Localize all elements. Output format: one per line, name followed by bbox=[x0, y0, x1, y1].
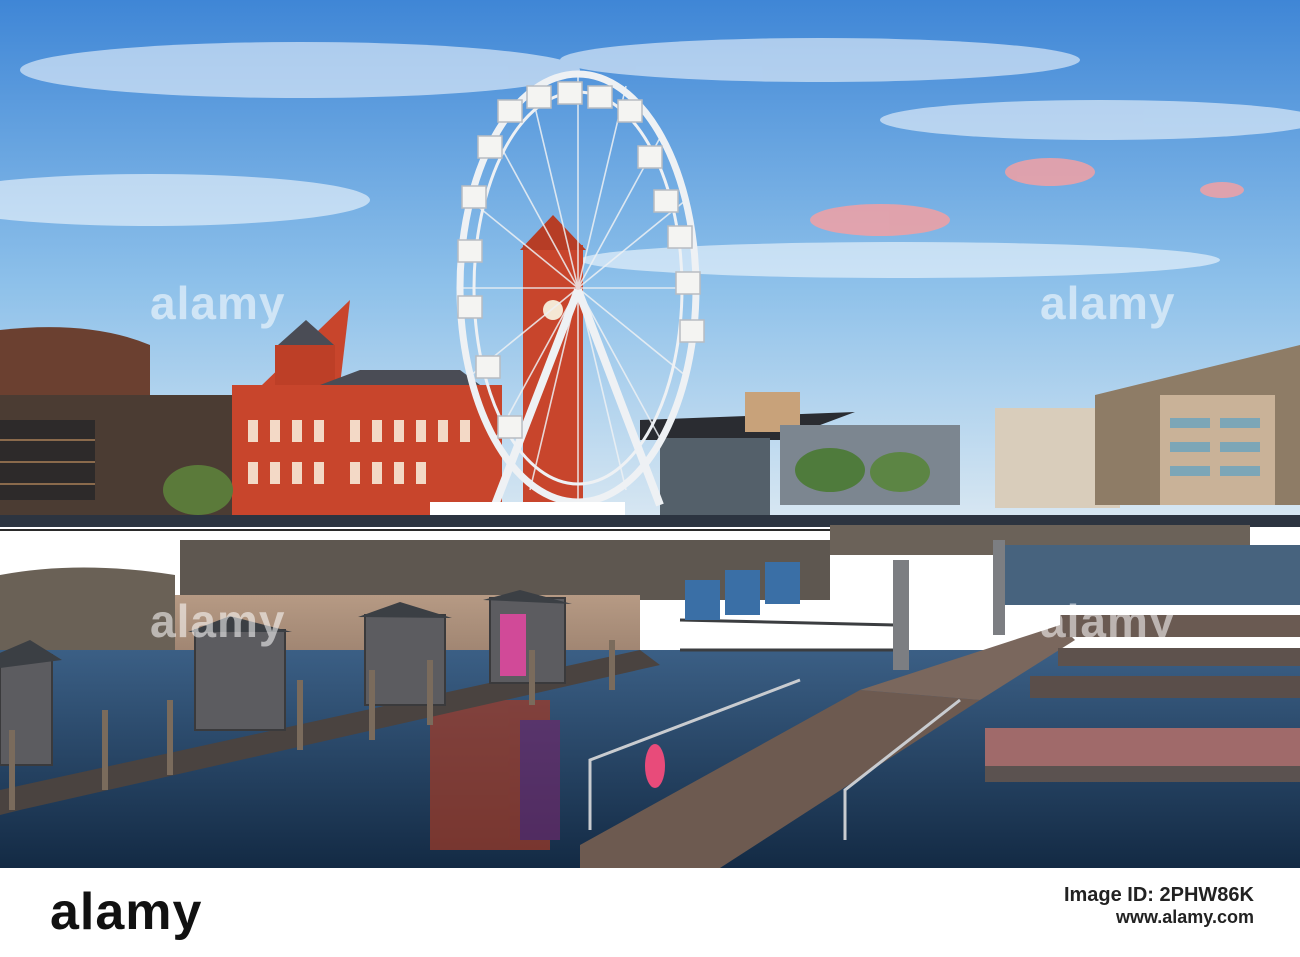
watermark-text: alamy bbox=[150, 277, 286, 329]
watermark-text: alamy bbox=[1040, 595, 1176, 647]
image-meta: Image ID: 2PHW86K www.alamy.com bbox=[1064, 884, 1254, 928]
site-url[interactable]: www.alamy.com bbox=[1064, 906, 1254, 928]
alamy-logo[interactable]: alamy bbox=[50, 882, 202, 942]
reflections bbox=[430, 700, 560, 850]
photo: alamy alamy alamy alamy bbox=[0, 0, 1300, 868]
footer-bar: alamy Image ID: 2PHW86K www.alamy.com bbox=[0, 868, 1300, 957]
cardiff-bay-scene bbox=[0, 0, 1300, 868]
watermark-text: alamy bbox=[150, 595, 286, 647]
watermark-text: alamy bbox=[1040, 277, 1176, 329]
image-id: Image ID: 2PHW86K bbox=[1063, 884, 1254, 906]
